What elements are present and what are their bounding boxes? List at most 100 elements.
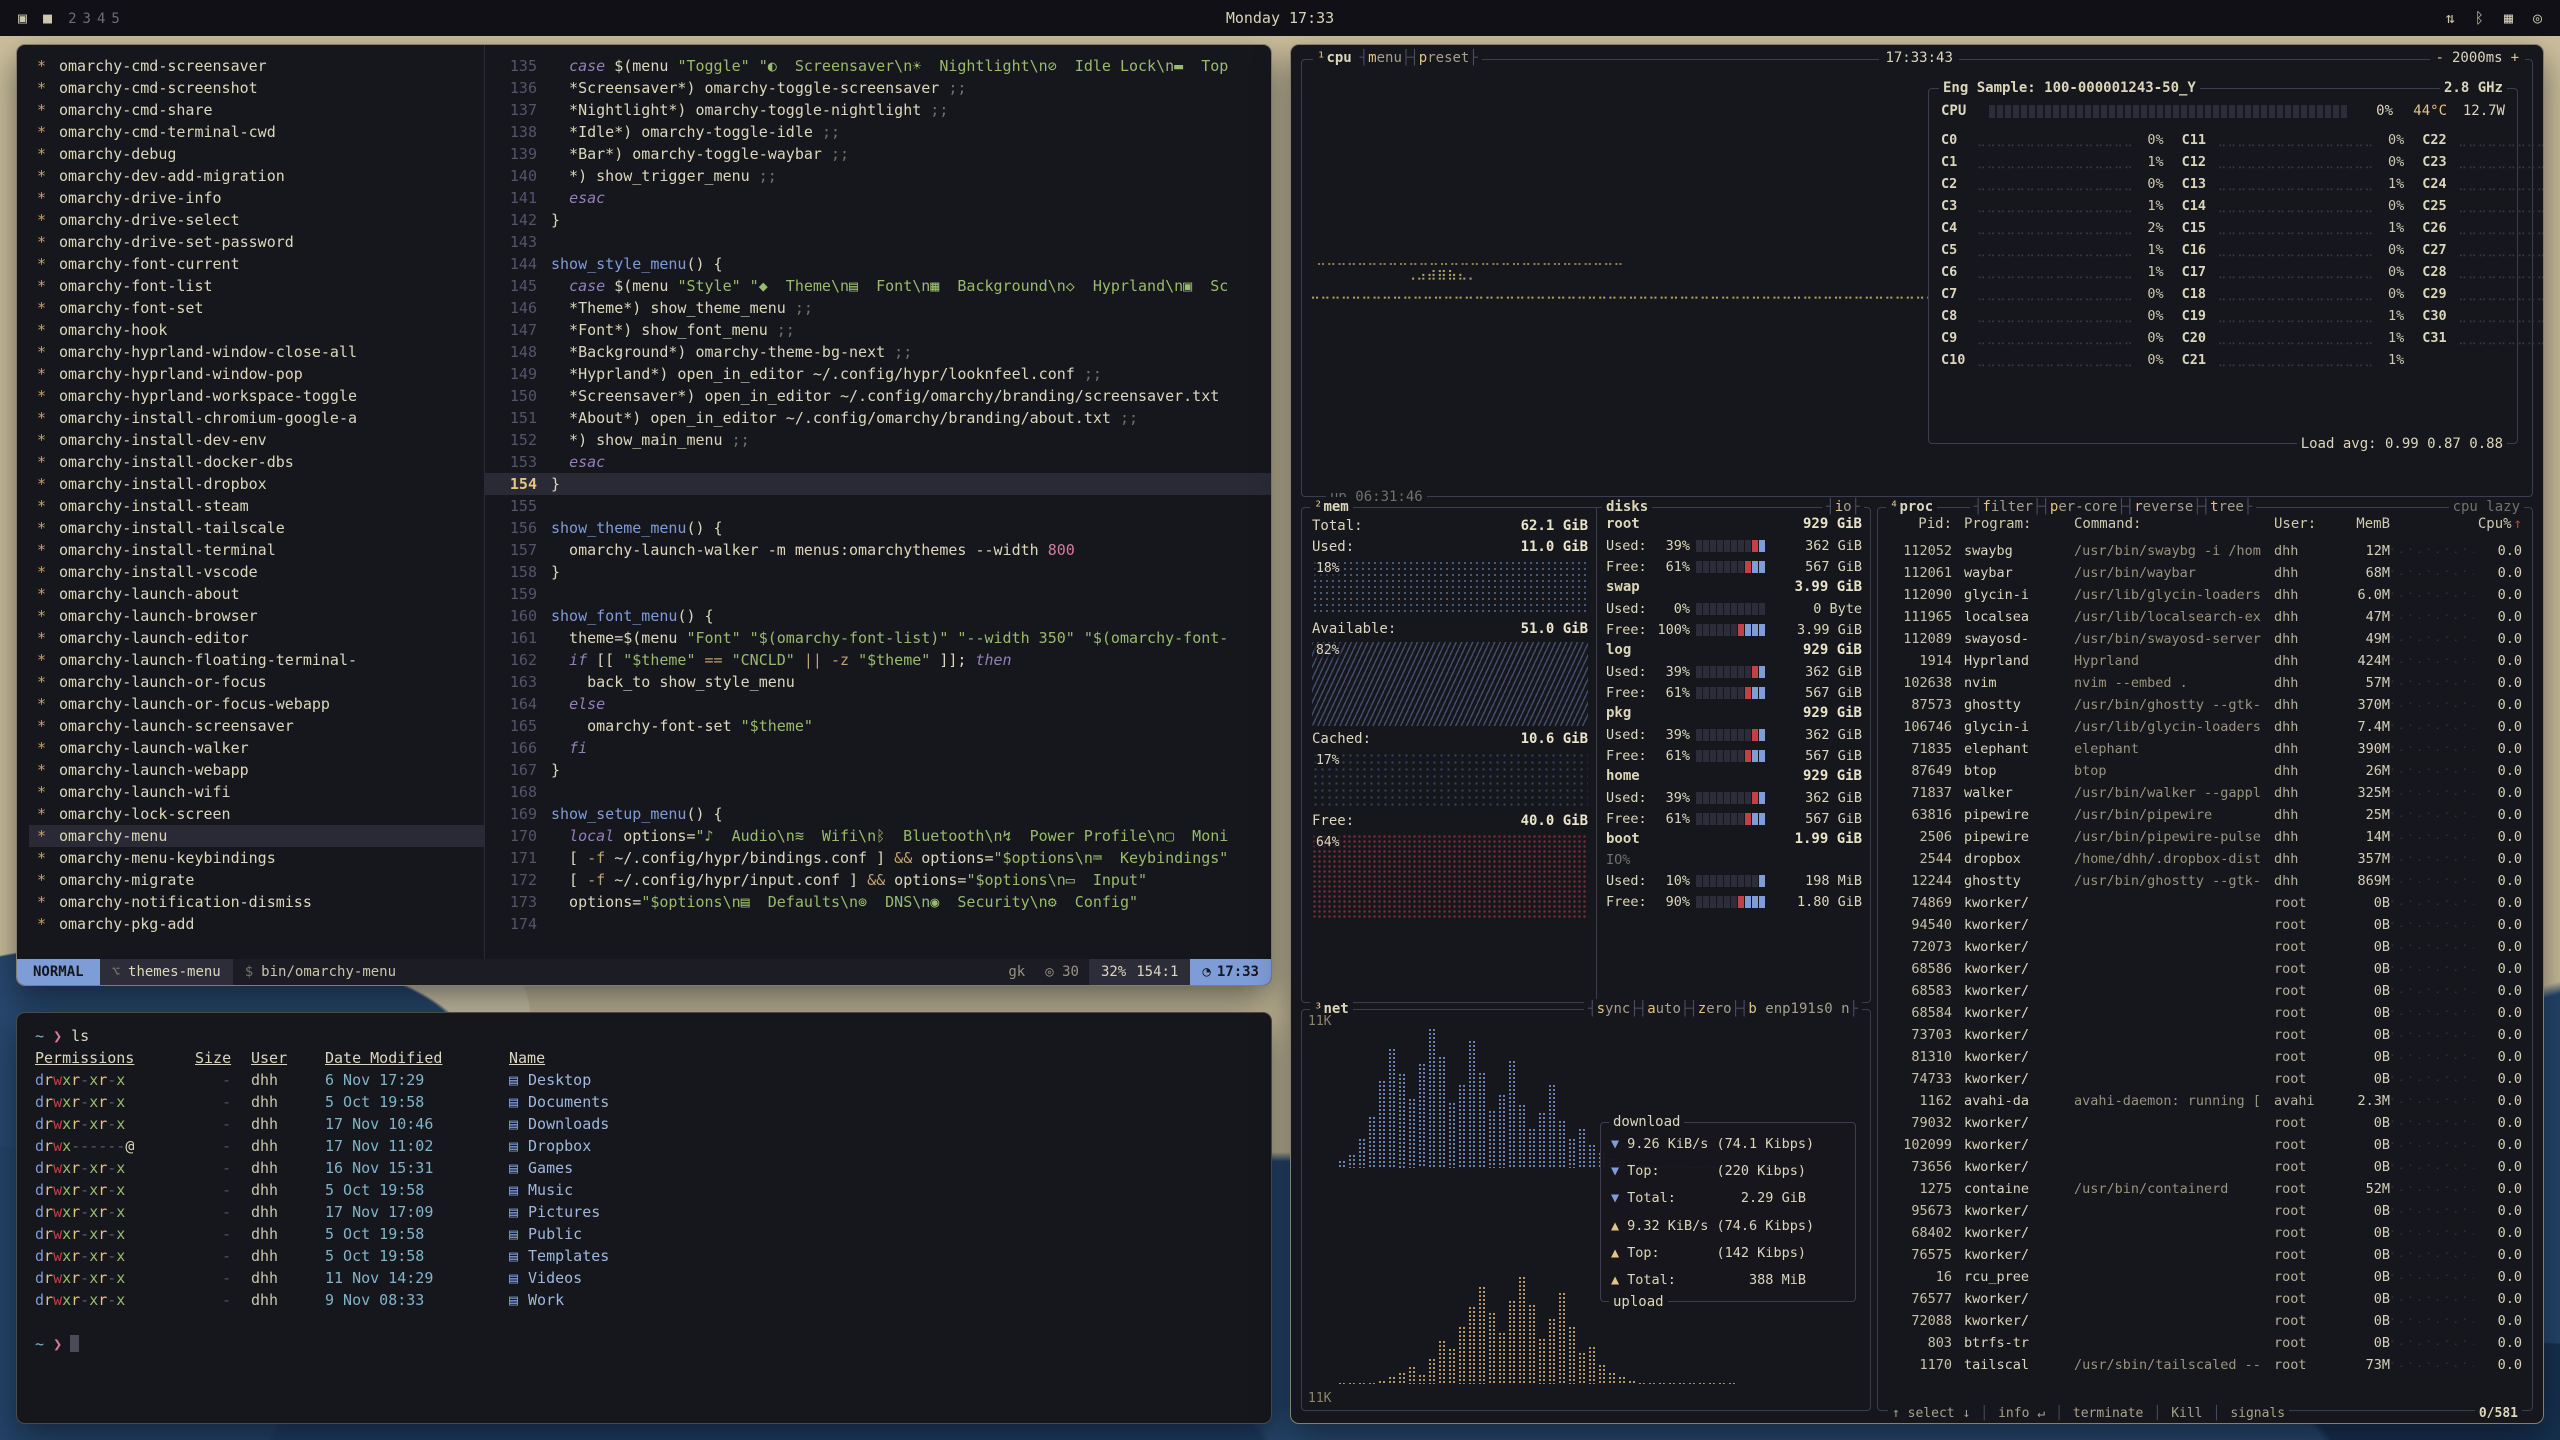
- proc-row[interactable]: 1162avahi-daavahi-daemon: running [avahi…: [1888, 1090, 2522, 1112]
- workspace-2[interactable]: 2: [68, 11, 76, 27]
- disks-io-tab[interactable]: ┤io├: [1822, 497, 1864, 517]
- file-item[interactable]: *omarchy-install-tailscale: [29, 517, 484, 539]
- file-item[interactable]: *omarchy-launch-browser: [29, 605, 484, 627]
- cpu-box-title[interactable]: ¹ cpu ┤menu├┤preset├: [1313, 48, 1482, 68]
- proc-row[interactable]: 2544dropbox/home/dhh/.dropbox-distdhh357…: [1888, 848, 2522, 870]
- file-item[interactable]: *omarchy-drive-select: [29, 209, 484, 231]
- bluetooth-icon[interactable]: ᛒ: [2475, 9, 2484, 27]
- file-item[interactable]: *omarchy-launch-floating-terminal-: [29, 649, 484, 671]
- col-program[interactable]: Program:: [1952, 516, 2064, 538]
- file-item[interactable]: *omarchy-menu-keybindings: [29, 847, 484, 869]
- dir-name[interactable]: Dropbox: [528, 1137, 591, 1155]
- workspace-5[interactable]: 5: [111, 11, 119, 27]
- workspace-1-active[interactable]: ■: [43, 9, 52, 27]
- file-item[interactable]: *omarchy-font-list: [29, 275, 484, 297]
- terminal-prompt-line[interactable]: ~ ❯: [35, 1333, 1253, 1355]
- proc-row[interactable]: 76577kworker/root0B⠂⠄⠂⠄⠂⠄⠂⠄⠂⠄⠂⠄⠂⠄0.0: [1888, 1288, 2522, 1310]
- proc-row[interactable]: 112090glycin-i/usr/lib/glycin-loadersdhh…: [1888, 584, 2522, 606]
- file-item[interactable]: *omarchy-hyprland-workspace-toggle: [29, 385, 484, 407]
- proc-row[interactable]: 73703kworker/root0B⠂⠄⠂⠄⠂⠄⠂⠄⠂⠄⠂⠄⠂⠄0.0: [1888, 1024, 2522, 1046]
- proc-row[interactable]: 72073kworker/root0B⠂⠄⠂⠄⠂⠄⠂⠄⠂⠄⠂⠄⠂⠄0.0: [1888, 936, 2522, 958]
- dir-name[interactable]: Downloads: [528, 1115, 609, 1133]
- proc-footer-action[interactable]: info ↵: [1998, 1406, 2045, 1421]
- file-item[interactable]: *omarchy-cmd-screenshot: [29, 77, 484, 99]
- tab-preset[interactable]: ┤preset├: [1410, 50, 1477, 66]
- file-item[interactable]: *omarchy-migrate: [29, 869, 484, 891]
- proc-row[interactable]: 112089swayosd-/usr/bin/swayosd-serverdhh…: [1888, 628, 2522, 650]
- dir-name[interactable]: Videos: [528, 1269, 582, 1287]
- file-item[interactable]: *omarchy-font-set: [29, 297, 484, 319]
- file-item[interactable]: *omarchy-launch-or-focus: [29, 671, 484, 693]
- file-item[interactable]: *omarchy-lock-screen: [29, 803, 484, 825]
- file-item[interactable]: *omarchy-notification-dismiss: [29, 891, 484, 913]
- file-item[interactable]: *omarchy-drive-info: [29, 187, 484, 209]
- tab-tree[interactable]: ┤tree├: [2202, 497, 2253, 517]
- col-user[interactable]: User:: [2274, 516, 2336, 538]
- file-item[interactable]: *omarchy-drive-set-password: [29, 231, 484, 253]
- proc-row[interactable]: 68584kworker/root0B⠂⠄⠂⠄⠂⠄⠂⠄⠂⠄⠂⠄⠂⠄0.0: [1888, 1002, 2522, 1024]
- proc-row[interactable]: 112061waybar/usr/bin/waybardhh68M⠂⠄⠂⠄⠂⠄⠂…: [1888, 562, 2522, 584]
- proc-footer-action[interactable]: terminate: [2073, 1406, 2143, 1421]
- proc-row[interactable]: 74733kworker/root0B⠂⠄⠂⠄⠂⠄⠂⠄⠂⠄⠂⠄⠂⠄0.0: [1888, 1068, 2522, 1090]
- file-item[interactable]: *omarchy-cmd-share: [29, 99, 484, 121]
- workspace-3[interactable]: 3: [83, 11, 91, 27]
- file-item[interactable]: *omarchy-launch-about: [29, 583, 484, 605]
- dir-name[interactable]: Pictures: [528, 1203, 600, 1221]
- proc-footer-action[interactable]: ↑ select ↓: [1892, 1406, 1970, 1421]
- tab-reverse[interactable]: ┤reverse├: [2126, 497, 2202, 517]
- proc-row[interactable]: 102099kworker/root0B⠂⠄⠂⠄⠂⠄⠂⠄⠂⠄⠂⠄⠂⠄0.0: [1888, 1134, 2522, 1156]
- file-item[interactable]: *omarchy-launch-or-focus-webapp: [29, 693, 484, 715]
- proc-sort-option[interactable]: cpu lazy: [2449, 497, 2524, 517]
- file-item[interactable]: *omarchy-launch-wifi: [29, 781, 484, 803]
- proc-row[interactable]: 1170tailscal/usr/sbin/tailscaled --root7…: [1888, 1354, 2522, 1376]
- tab-filter[interactable]: ┤filter├: [1974, 497, 2041, 517]
- proc-row[interactable]: 87573ghostty/usr/bin/ghostty --gtk-dhh37…: [1888, 694, 2522, 716]
- col-cpu[interactable]: Cpu%↑: [2474, 516, 2522, 538]
- proc-footer-action[interactable]: signals: [2230, 1406, 2285, 1421]
- dir-name[interactable]: Desktop: [528, 1071, 591, 1089]
- proc-row[interactable]: 112052swaybg/usr/bin/swaybg -i /homdhh12…: [1888, 540, 2522, 562]
- tab-io[interactable]: ┤io├: [1826, 497, 1860, 517]
- power-icon[interactable]: ◎: [2533, 9, 2542, 27]
- proc-row[interactable]: 68586kworker/root0B⠂⠄⠂⠄⠂⠄⠂⠄⠂⠄⠂⠄⠂⠄0.0: [1888, 958, 2522, 980]
- proc-row[interactable]: 111965localsea/usr/lib/localsearch-exdhh…: [1888, 606, 2522, 628]
- file-item[interactable]: *omarchy-launch-screensaver: [29, 715, 484, 737]
- proc-footer-action[interactable]: Kill: [2171, 1406, 2202, 1421]
- file-item[interactable]: *omarchy-debug: [29, 143, 484, 165]
- file-item[interactable]: *omarchy-install-docker-dbs: [29, 451, 484, 473]
- proc-row[interactable]: 94540kworker/root0B⠂⠄⠂⠄⠂⠄⠂⠄⠂⠄⠂⠄⠂⠄0.0: [1888, 914, 2522, 936]
- proc-row[interactable]: 71837walker/usr/bin/walker --gappldhh325…: [1888, 782, 2522, 804]
- col-memb[interactable]: MemB: [2336, 516, 2390, 538]
- dir-name[interactable]: Templates: [528, 1247, 609, 1265]
- proc-row[interactable]: 73656kworker/root0B⠂⠄⠂⠄⠂⠄⠂⠄⠂⠄⠂⠄⠂⠄0.0: [1888, 1156, 2522, 1178]
- proc-row[interactable]: 63816pipewire/usr/bin/pipewiredhh25M⠂⠄⠂⠄…: [1888, 804, 2522, 826]
- file-item[interactable]: *omarchy-cmd-terminal-cwd: [29, 121, 484, 143]
- file-item[interactable]: *omarchy-hyprland-window-pop: [29, 363, 484, 385]
- proc-row[interactable]: 74869kworker/root0B⠂⠄⠂⠄⠂⠄⠂⠄⠂⠄⠂⠄⠂⠄0.0: [1888, 892, 2522, 914]
- proc-row[interactable]: 72088kworker/root0B⠂⠄⠂⠄⠂⠄⠂⠄⠂⠄⠂⠄⠂⠄0.0: [1888, 1310, 2522, 1332]
- dir-name[interactable]: Work: [528, 1291, 564, 1309]
- proc-row[interactable]: 81310kworker/root0B⠂⠄⠂⠄⠂⠄⠂⠄⠂⠄⠂⠄⠂⠄0.0: [1888, 1046, 2522, 1068]
- file-item[interactable]: *omarchy-install-dev-env: [29, 429, 484, 451]
- file-item[interactable]: *omarchy-dev-add-migration: [29, 165, 484, 187]
- file-item[interactable]: *omarchy-launch-webapp: [29, 759, 484, 781]
- proc-row[interactable]: 71835elephantelephantdhh390M⠂⠄⠂⠄⠂⠄⠂⠄⠂⠄⠂⠄…: [1888, 738, 2522, 760]
- proc-row[interactable]: 68583kworker/root0B⠂⠄⠂⠄⠂⠄⠂⠄⠂⠄⠂⠄⠂⠄0.0: [1888, 980, 2522, 1002]
- proc-row[interactable]: 106746glycin-i/usr/lib/glycin-loadersdhh…: [1888, 716, 2522, 738]
- file-item[interactable]: *omarchy-hyprland-window-close-all: [29, 341, 484, 363]
- proc-row[interactable]: 68402kworker/root0B⠂⠄⠂⠄⠂⠄⠂⠄⠂⠄⠂⠄⠂⠄0.0: [1888, 1222, 2522, 1244]
- file-item[interactable]: *omarchy-install-dropbox: [29, 473, 484, 495]
- file-item[interactable]: *omarchy-hook: [29, 319, 484, 341]
- workspace-4[interactable]: 4: [97, 11, 105, 27]
- file-item[interactable]: *omarchy-install-terminal: [29, 539, 484, 561]
- update-interval[interactable]: - 2000ms +: [2430, 48, 2525, 68]
- interval-decrease[interactable]: -: [2436, 48, 2444, 68]
- proc-row[interactable]: 2506pipewire/usr/bin/pipewire-pulsedhh14…: [1888, 826, 2522, 848]
- tab-sync[interactable]: ┤sync├: [1588, 999, 1639, 1019]
- terminal-window[interactable]: ~ ❯ ls PermissionsSizeUserDate ModifiedN…: [16, 1012, 1272, 1424]
- file-item[interactable]: *omarchy-install-vscode: [29, 561, 484, 583]
- proc-row[interactable]: 102638nvimnvim --embed .dhh57M⠂⠄⠂⠄⠂⠄⠂⠄⠂⠄…: [1888, 672, 2522, 694]
- proc-row[interactable]: 1275containe/usr/bin/containerdroot52M⠂⠄…: [1888, 1178, 2522, 1200]
- file-item[interactable]: *omarchy-install-chromium-google-a: [29, 407, 484, 429]
- file-item[interactable]: *omarchy-install-steam: [29, 495, 484, 517]
